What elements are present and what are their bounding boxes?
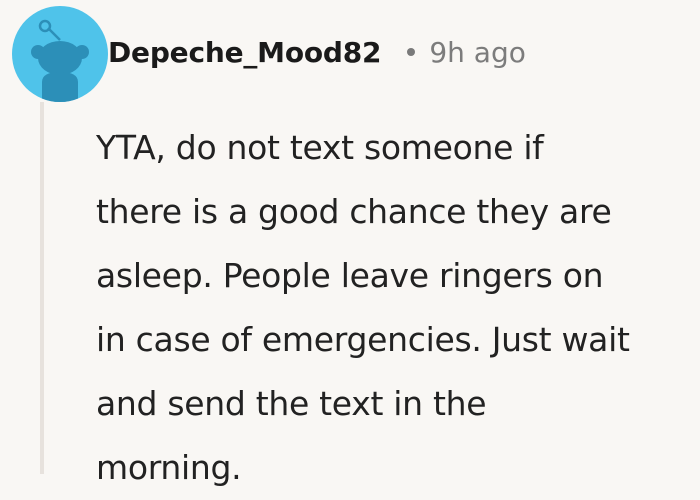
comment-body-line: there is a good chance they are — [96, 192, 612, 231]
user-avatar[interactable] — [12, 6, 108, 102]
thread-line[interactable] — [40, 102, 44, 474]
comment-header: Depeche_Mood82 9h ago — [108, 30, 526, 74]
username-link[interactable]: Depeche_Mood82 — [108, 36, 382, 69]
comment-body-line: in case of emergencies. Just wait — [96, 320, 630, 359]
timestamp[interactable]: 9h ago — [429, 36, 526, 69]
reddit-snoo-avatar-icon — [31, 19, 89, 102]
comment-body-line: YTA, do not text someone if — [96, 128, 544, 167]
comment-body-line: morning. — [96, 448, 242, 487]
comment-body: YTA, do not text someone if there is a g… — [96, 116, 696, 500]
comment-body-line: and send the text in the — [96, 384, 487, 423]
comment-body-line: asleep. People leave ringers on — [96, 256, 604, 295]
separator-dot — [407, 48, 416, 56]
comment: Depeche_Mood82 9h ago YTA, do not text s… — [0, 0, 700, 487]
